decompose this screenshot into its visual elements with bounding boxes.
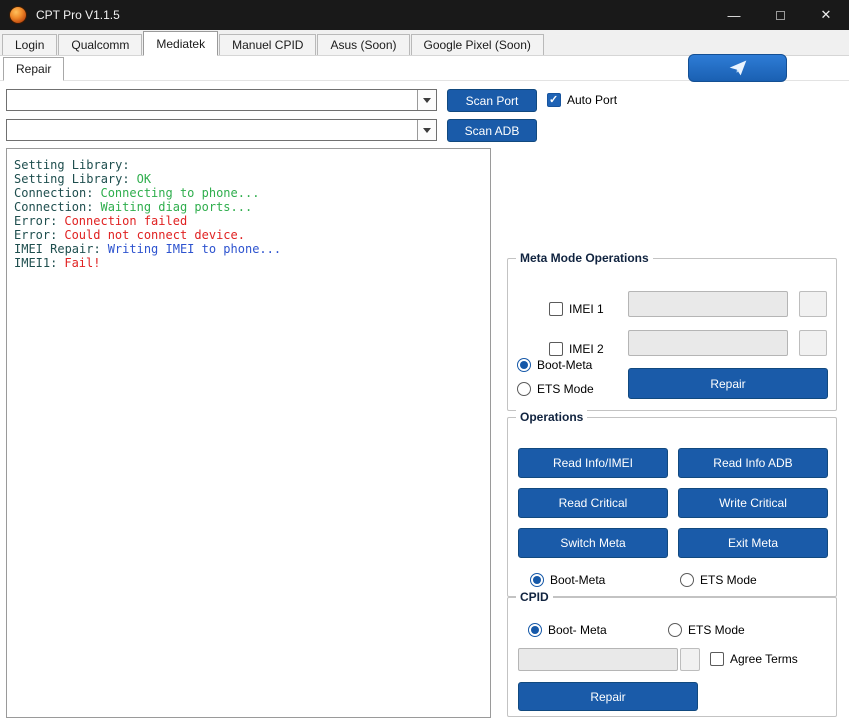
- boot-meta-label: Boot-Meta: [550, 573, 606, 587]
- operations-boot-meta-radio[interactable]: Boot-Meta: [530, 572, 605, 588]
- checkbox-unchecked-icon: [710, 652, 724, 666]
- radio-unselected-icon: [517, 382, 531, 396]
- write-critical-button[interactable]: Write Critical: [678, 488, 828, 518]
- cpid-repair-button[interactable]: Repair: [518, 682, 698, 711]
- operations-ets-mode-radio[interactable]: ETS Mode: [680, 572, 757, 588]
- chevron-down-icon[interactable]: [417, 120, 436, 140]
- cpid-group: CPID Boot- Meta ETS Mode Agree Terms Rep…: [507, 590, 837, 717]
- checkbox-checked-icon: [547, 93, 561, 107]
- adb-combobox-value: [7, 120, 417, 140]
- port-combobox[interactable]: [6, 89, 437, 111]
- agree-terms-label: Agree Terms: [730, 652, 798, 666]
- imei2-extra-button[interactable]: [799, 330, 827, 356]
- agree-terms-checkbox[interactable]: Agree Terms: [710, 651, 798, 667]
- log-line: Connection: Connecting to phone...: [14, 186, 260, 200]
- radio-unselected-icon: [668, 623, 682, 637]
- read-critical-button[interactable]: Read Critical: [518, 488, 668, 518]
- telegram-button[interactable]: [688, 54, 787, 82]
- tab-asus-soon[interactable]: Asus (Soon): [317, 34, 410, 55]
- cpid-extra-button[interactable]: [680, 648, 700, 671]
- imei2-label: IMEI 2: [569, 342, 604, 356]
- group-title: Meta Mode Operations: [516, 251, 653, 265]
- close-button[interactable]: ✕: [803, 0, 849, 30]
- tab-google-pixel-soon[interactable]: Google Pixel (Soon): [410, 34, 544, 55]
- tab-mediatek[interactable]: Mediatek: [143, 31, 219, 56]
- group-title: CPID: [516, 590, 553, 604]
- meta-ets-mode-radio[interactable]: ETS Mode: [517, 381, 594, 397]
- radio-selected-icon: [530, 573, 544, 587]
- log-line: IMEI1: Fail!: [14, 256, 101, 270]
- app-window: CPT Pro V1.1.5 — ✕ Login Qualcomm Mediat…: [0, 0, 849, 724]
- ets-mode-label: ETS Mode: [700, 573, 757, 587]
- log-line: Error: Could not connect device.: [14, 228, 245, 242]
- minimize-button[interactable]: —: [711, 0, 757, 30]
- maximize-icon: [775, 10, 785, 20]
- log-line: Setting Library:: [14, 158, 130, 172]
- imei2-input[interactable]: [628, 330, 788, 356]
- log-output[interactable]: Setting Library: Setting Library: OK Conn…: [6, 148, 491, 718]
- boot-meta-label: Boot- Meta: [548, 623, 607, 637]
- operations-group: Operations Read Info/IMEI Read Info ADB …: [507, 410, 837, 597]
- imei1-checkbox[interactable]: IMEI 1: [549, 301, 604, 317]
- meta-boot-meta-radio[interactable]: Boot-Meta: [517, 357, 592, 373]
- exit-meta-button[interactable]: Exit Meta: [678, 528, 828, 558]
- imei2-checkbox[interactable]: IMEI 2: [549, 341, 604, 357]
- subtab-repair[interactable]: Repair: [3, 57, 65, 81]
- cpid-boot-meta-radio[interactable]: Boot- Meta: [528, 622, 607, 638]
- auto-port-label: Auto Port: [567, 93, 618, 107]
- imei1-extra-button[interactable]: [799, 291, 827, 317]
- scan-adb-button[interactable]: Scan ADB: [447, 119, 537, 142]
- adb-combobox[interactable]: [6, 119, 437, 141]
- cpid-ets-mode-radio[interactable]: ETS Mode: [668, 622, 745, 638]
- cpid-input[interactable]: [518, 648, 678, 671]
- titlebar: CPT Pro V1.1.5 — ✕: [0, 0, 849, 30]
- window-title: CPT Pro V1.1.5: [36, 8, 120, 22]
- tab-qualcomm[interactable]: Qualcomm: [58, 34, 143, 55]
- radio-unselected-icon: [680, 573, 694, 587]
- maximize-button: [757, 0, 803, 30]
- meta-repair-button[interactable]: Repair: [628, 368, 828, 399]
- log-line: Setting Library: OK: [14, 172, 152, 186]
- imei1-label: IMEI 1: [569, 302, 604, 316]
- auto-port-checkbox[interactable]: Auto Port: [547, 92, 617, 108]
- checkbox-unchecked-icon: [549, 302, 563, 316]
- boot-meta-label: Boot-Meta: [537, 358, 593, 372]
- ets-mode-label: ETS Mode: [537, 382, 594, 396]
- switch-meta-button[interactable]: Switch Meta: [518, 528, 668, 558]
- group-title: Operations: [516, 410, 588, 424]
- port-combobox-value: [7, 90, 417, 110]
- radio-selected-icon: [517, 358, 531, 372]
- log-line: Connection: Waiting diag ports...: [14, 200, 253, 214]
- main-tab-bar: Login Qualcomm Mediatek Manuel CPID Asus…: [0, 30, 849, 56]
- tab-manuel-cpid[interactable]: Manuel CPID: [219, 34, 317, 55]
- read-info-imei-button[interactable]: Read Info/IMEI: [518, 448, 668, 478]
- checkbox-unchecked-icon: [549, 342, 563, 356]
- log-line: Error: Connection failed: [14, 214, 188, 228]
- imei1-input[interactable]: [628, 291, 788, 317]
- read-info-adb-button[interactable]: Read Info ADB: [678, 448, 828, 478]
- meta-mode-operations-group: Meta Mode Operations IMEI 1 IMEI 2 Boot-…: [507, 251, 837, 411]
- scan-port-button[interactable]: Scan Port: [447, 89, 537, 112]
- tab-login[interactable]: Login: [2, 34, 58, 55]
- app-logo-icon: [9, 6, 27, 24]
- window-controls: — ✕: [711, 0, 849, 30]
- ets-mode-label: ETS Mode: [688, 623, 745, 637]
- chevron-down-icon[interactable]: [417, 90, 436, 110]
- telegram-plane-icon: [729, 60, 746, 76]
- radio-selected-icon: [528, 623, 542, 637]
- log-line: IMEI Repair: Writing IMEI to phone...: [14, 242, 282, 256]
